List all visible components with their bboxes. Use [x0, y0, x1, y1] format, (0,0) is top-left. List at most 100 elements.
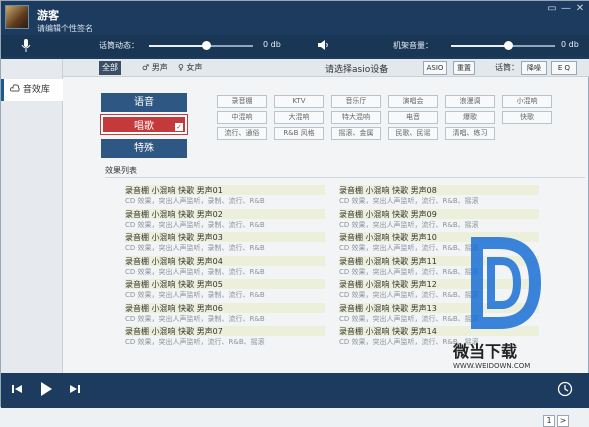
effect-description: CD 效果，突出人声监听，流行、R&B、摇滚 [125, 338, 265, 346]
effect-description: CD 效果，突出人声监听，录制、流行、R&B [125, 267, 265, 276]
history-icon[interactable] [557, 381, 573, 397]
category-speech[interactable]: 语音 [101, 93, 187, 112]
tag-button[interactable]: 录音棚 [217, 95, 267, 108]
reset-button[interactable]: 重置 [453, 61, 475, 75]
tag-button[interactable]: R&B 风格 [274, 127, 324, 140]
effect-title: 录音棚 小混响 快歌 男声01 [125, 185, 325, 195]
speaker-level-knob[interactable] [504, 41, 514, 50]
category-special[interactable]: 特殊 [101, 139, 187, 158]
effect-item[interactable]: 录音棚 小混响 快歌 男声04 CD 效果，突出人声监听，录制、流行、R&B [125, 255, 325, 280]
effect-item[interactable]: 录音棚 小混响 快歌 男声09 CD 效果，突出人声监听，流行、R&B、摇滚 [339, 208, 539, 233]
effect-description: CD 效果，突出人声监听，流行、R&B、摇滚 [339, 244, 479, 252]
speaker-level-slider[interactable] [451, 41, 555, 50]
tag-button[interactable]: 快歌 [502, 111, 552, 124]
tag-button[interactable]: 流行、通俗 [217, 127, 267, 140]
next-icon[interactable] [69, 383, 81, 395]
effect-title: 录音棚 小混响 快歌 男声14 [339, 326, 539, 336]
tab-all[interactable]: 全部 [99, 61, 121, 75]
asio-button[interactable]: ASIO [423, 61, 447, 75]
noise-reduction-button[interactable]: 降噪 [521, 61, 547, 75]
male-icon: ♂ [142, 63, 150, 72]
tag-button[interactable]: 浪漫调 [445, 95, 495, 108]
play-icon[interactable] [39, 381, 53, 397]
playback-bar [1, 373, 589, 408]
mic-level-fill [149, 45, 207, 47]
effect-description: CD 效果，突出人声监听，流行、R&B、摇滚 [339, 220, 479, 229]
tag-button[interactable]: 音乐厅 [331, 95, 381, 108]
filter-bar: 全部 ♂ 男声 ♀ 女声 请选择asio设备 ASIO 重置 话筒： 降噪 E … [63, 59, 589, 77]
speaker-icon [318, 40, 328, 50]
effect-title: 录音棚 小混响 快歌 男声03 [125, 232, 325, 242]
tag-button[interactable]: 大混响 [274, 111, 324, 124]
effect-title: 录音棚 小混响 快歌 男声11 [339, 255, 539, 266]
effect-item[interactable]: 录音棚 小混响 快歌 男声12 CD 效果，突出人声监听，流行、R&B、摇滚 [339, 279, 539, 303]
effect-item[interactable]: 录音棚 小混响 快歌 男声11 CD 效果，突出人声监听，流行、R&B、摇滚 [339, 255, 539, 280]
mic-level-slider[interactable] [149, 41, 253, 50]
effect-item[interactable]: 录音棚 小混响 快歌 男声10 CD 效果，突出人声监听，流行、R&B、摇滚 [339, 232, 539, 256]
effect-title: 录音棚 小混响 快歌 男声07 [125, 326, 325, 336]
female-icon: ♀ [178, 63, 184, 72]
page-current[interactable]: 1 [543, 415, 555, 427]
close-icon[interactable]: ✕ [573, 3, 587, 15]
category-singing[interactable]: 唱歌 ✓ [100, 114, 188, 135]
effect-item[interactable]: 录音棚 小混响 快歌 男声02 CD 效果，突出人声监听，录制、流行、R&B [125, 208, 325, 233]
main-panel: 全部 ♂ 男声 ♀ 女声 请选择asio设备 ASIO 重置 话筒： 降噪 E … [63, 59, 589, 427]
effect-description: CD 效果，突出人声监听，录制、流行、R&B [125, 197, 265, 205]
mic-level-value: 0 db [263, 40, 281, 49]
restore-icon[interactable]: ▭ [545, 3, 559, 15]
effect-description: CD 效果，突出人声监听，流行、R&B、摇滚 [339, 197, 479, 205]
minimize-icon[interactable]: — [559, 3, 573, 15]
eq-button[interactable]: E Q [551, 61, 577, 75]
tab-male-label: 男声 [151, 63, 168, 72]
effect-title: 录音棚 小混响 快歌 男声05 [125, 279, 325, 289]
avatar[interactable] [5, 5, 29, 29]
tag-button[interactable]: 特大混响 [331, 111, 381, 124]
effect-item[interactable]: 录音棚 小混响 快歌 男声05 CD 效果，突出人声监听，录制、流行、R&B [125, 279, 325, 303]
tag-button[interactable]: 摇滚、金属 [331, 127, 381, 140]
tag-button[interactable]: 清唱、练习 [445, 127, 495, 140]
effect-description: CD 效果，突出人声监听，录制、流行、R&B [125, 244, 265, 252]
effect-item[interactable]: 录音棚 小混响 快歌 男声01 CD 效果，突出人声监听，录制、流行、R&B [125, 185, 325, 209]
tag-button[interactable]: 演唱会 [388, 95, 438, 108]
effect-title: 录音棚 小混响 快歌 男声13 [339, 302, 539, 313]
effect-item[interactable]: 录音棚 小混响 快歌 男声14 CD 效果，突出人声监听，流行、R&B、摇滚 [339, 326, 539, 350]
level-controls: 话筒动态： 0 db 机架音量： 0 db [1, 35, 589, 57]
effect-item[interactable]: 录音棚 小混响 快歌 男声08 CD 效果，突出人声监听，流行、R&B、摇滚 [339, 185, 539, 209]
previous-icon[interactable] [11, 383, 23, 395]
speaker-level-value: 0 db [561, 40, 579, 49]
mic-level-label: 话筒动态： [99, 41, 139, 50]
device-prompt[interactable]: 请选择asio设备 [325, 62, 388, 75]
effects-divider [105, 177, 585, 178]
page-next-button[interactable]: > [557, 415, 569, 427]
tag-button[interactable]: KTV [274, 95, 324, 108]
tag-button[interactable]: 电音 [388, 111, 438, 124]
tab-female[interactable]: ♀ 女声 [175, 61, 205, 75]
effect-item[interactable]: 录音棚 小混响 快歌 男声06 CD 效果，突出人声监听，录制、流行、R&B [125, 302, 325, 327]
signature-field[interactable]: 请编辑个性签名 [37, 23, 93, 34]
effect-item[interactable]: 录音棚 小混响 快歌 男声13 CD 效果，突出人声监听，流行、R&B、摇滚 [339, 302, 539, 327]
tag-button[interactable]: 小混响 [502, 95, 552, 108]
cloud-icon [9, 84, 20, 92]
microphone-icon [21, 39, 31, 52]
effect-title: 录音棚 小混响 快歌 男声12 [339, 279, 539, 289]
effect-description: CD 效果，突出人声监听，流行、R&B、摇滚 [339, 314, 479, 323]
tag-button[interactable]: 中混响 [217, 111, 267, 124]
effect-title: 录音棚 小混响 快歌 男声06 [125, 302, 325, 313]
effect-description: CD 效果，突出人声监听，流行、R&B、摇滚 [339, 291, 479, 299]
tag-button[interactable]: 民歌、民谣 [388, 127, 438, 140]
effect-description: CD 效果，突出人声监听，录制、流行、R&B [125, 291, 265, 299]
sidebar-item-effects-library[interactable]: 音效库 [1, 79, 63, 101]
effect-item[interactable]: 录音棚 小混响 快歌 男声07 CD 效果，突出人声监听，流行、R&B、摇滚 [125, 326, 325, 350]
header-bar: 游客 请编辑个性签名 ▭ — ✕ 话筒动态： 0 db 机架音量： 0 db [1, 1, 589, 59]
app-window: 游客 请编辑个性签名 ▭ — ✕ 话筒动态： 0 db 机架音量： 0 db 音… [0, 0, 589, 427]
tab-male[interactable]: ♂ 男声 [139, 61, 171, 75]
effect-description: CD 效果，突出人声监听，流行、R&B、摇滚 [339, 338, 479, 346]
tab-female-label: 女声 [186, 63, 203, 72]
effect-item[interactable]: 录音棚 小混响 快歌 男声03 CD 效果，突出人声监听，录制、流行、R&B [125, 232, 325, 256]
effect-description: CD 效果，突出人声监听，录制、流行、R&B [125, 314, 265, 323]
mic-level-knob[interactable] [202, 41, 212, 50]
category-speech-label: 语音 [134, 97, 154, 108]
effect-title: 录音棚 小混响 快歌 男声10 [339, 232, 539, 242]
tag-button[interactable]: 爆歌 [445, 111, 495, 124]
check-icon: ✓ [175, 123, 183, 131]
